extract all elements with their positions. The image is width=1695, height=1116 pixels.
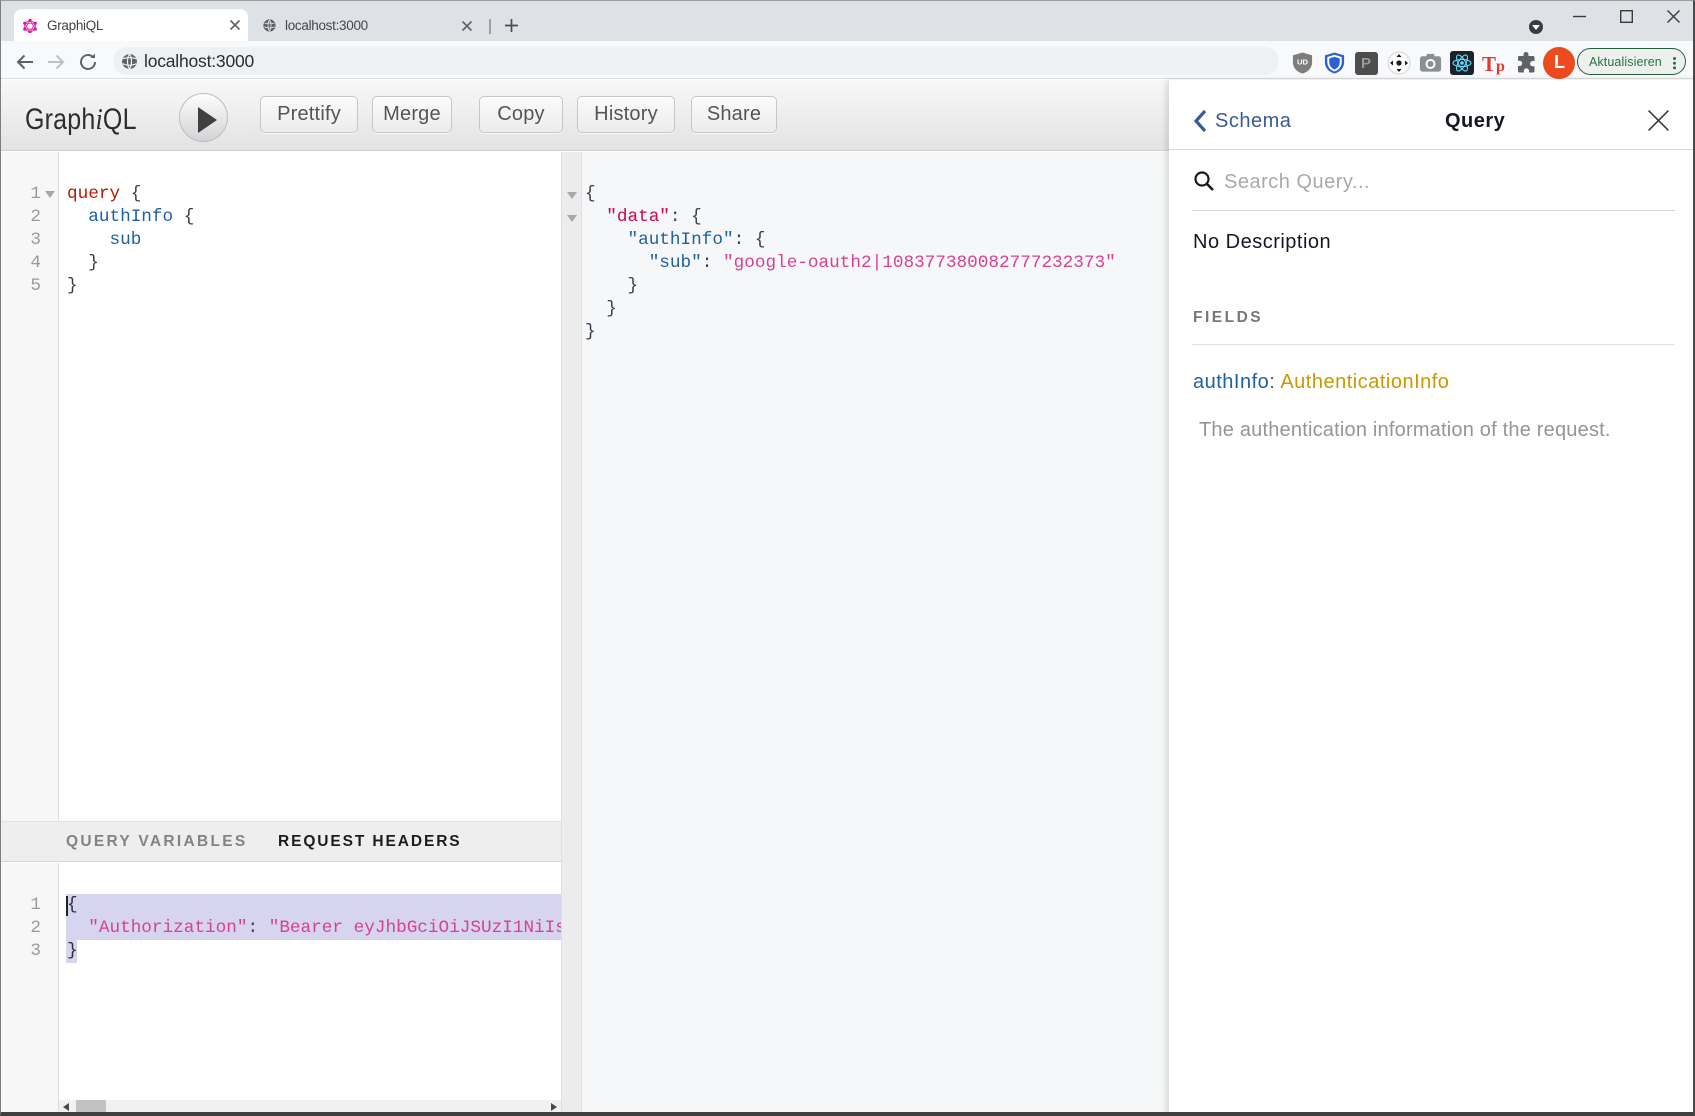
svg-text:UD: UD [1297, 57, 1309, 66]
